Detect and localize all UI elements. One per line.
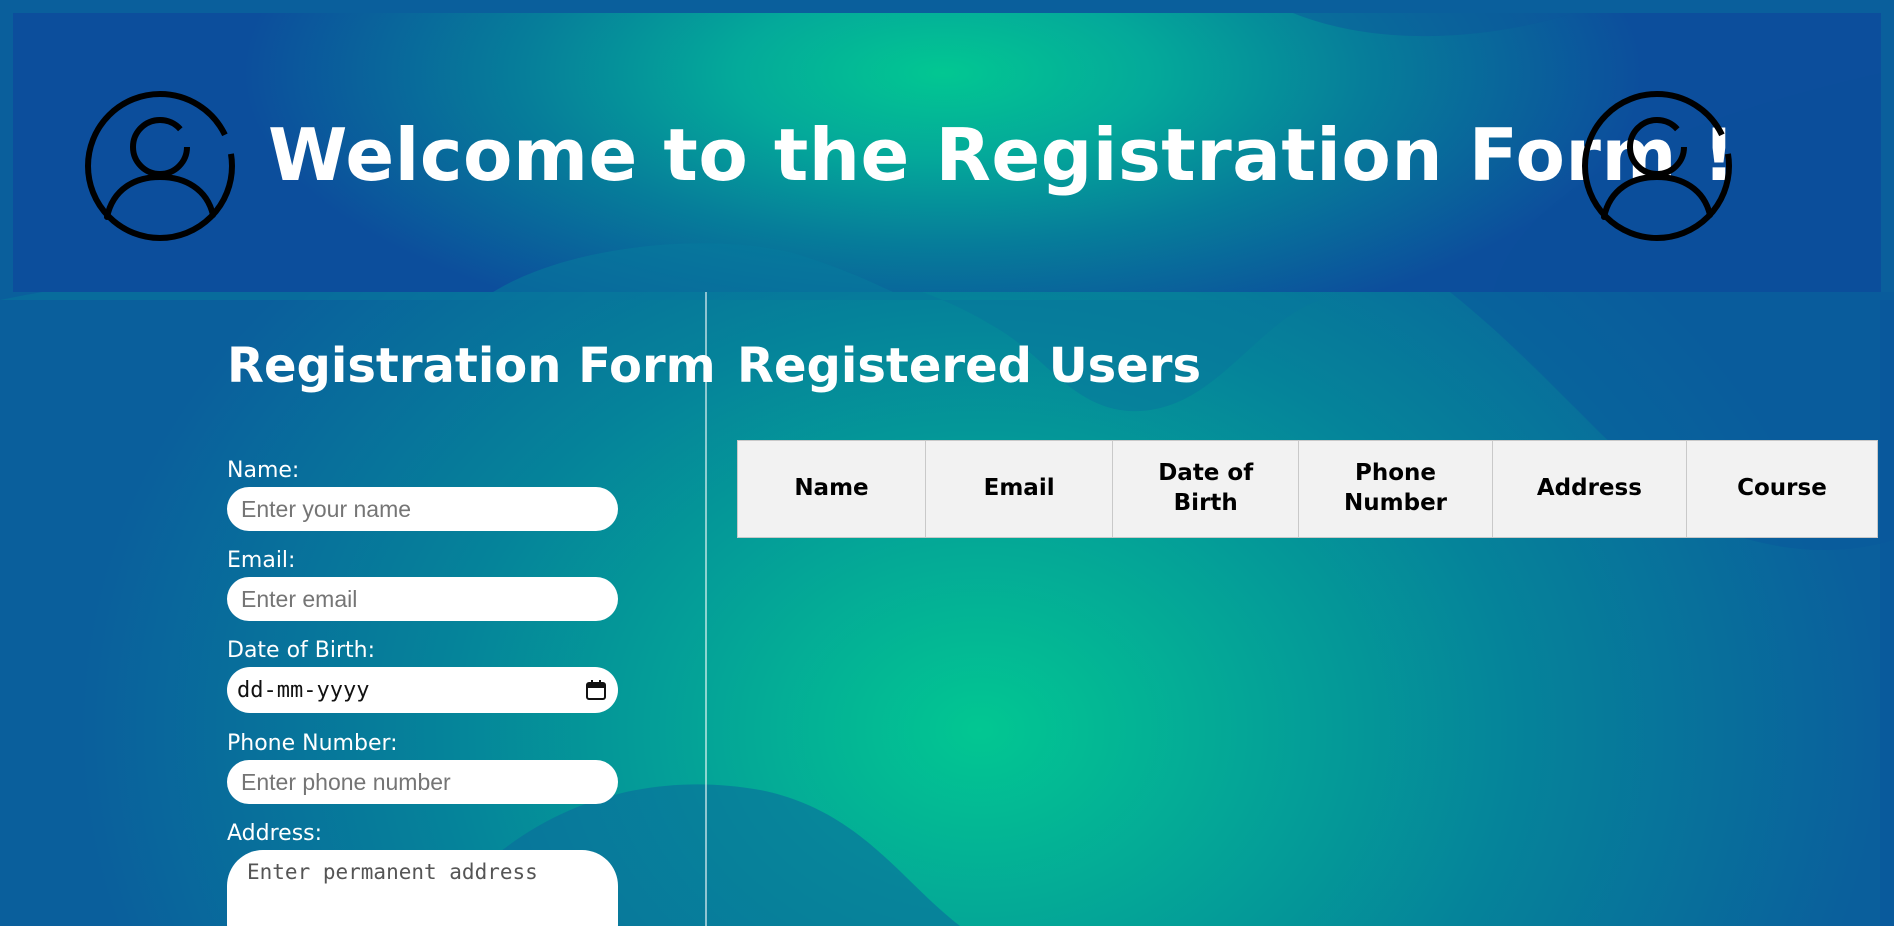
table-header-row: Name Email Date of Birth Phone Number Ad… xyxy=(737,440,1879,538)
email-input[interactable] xyxy=(227,577,618,621)
column-header-name: Name xyxy=(737,440,926,538)
email-label: Email: xyxy=(227,548,296,573)
address-input[interactable] xyxy=(227,850,618,926)
dob-label: Date of Birth: xyxy=(227,638,376,663)
phone-label: Phone Number: xyxy=(227,731,398,756)
header-banner: Welcome to the Registration Form ! xyxy=(13,13,1881,292)
user-avatar-icon xyxy=(85,91,235,241)
form-title: Registration Form xyxy=(227,338,716,394)
column-header-phone: Phone Number xyxy=(1298,440,1493,538)
column-header-course: Course xyxy=(1685,440,1879,538)
phone-input[interactable] xyxy=(227,760,618,804)
user-avatar-icon xyxy=(1582,91,1732,241)
users-title: Registered Users xyxy=(737,338,1202,394)
name-label: Name: xyxy=(227,458,300,483)
column-header-dob: Date of Birth xyxy=(1112,440,1300,538)
page-title: Welcome to the Registration Form ! xyxy=(268,113,1736,197)
name-input[interactable] xyxy=(227,487,618,531)
calendar-icon[interactable] xyxy=(584,678,608,702)
column-header-email: Email xyxy=(924,440,1114,538)
users-table: Name Email Date of Birth Phone Number Ad… xyxy=(737,440,1879,538)
page: Welcome to the Registration Form ! Regis… xyxy=(0,0,1894,926)
address-label: Address: xyxy=(227,821,323,846)
column-header-address: Address xyxy=(1491,440,1687,538)
dob-placeholder: dd-mm-yyyy xyxy=(237,677,370,703)
dob-input[interactable]: dd-mm-yyyy xyxy=(227,667,618,713)
